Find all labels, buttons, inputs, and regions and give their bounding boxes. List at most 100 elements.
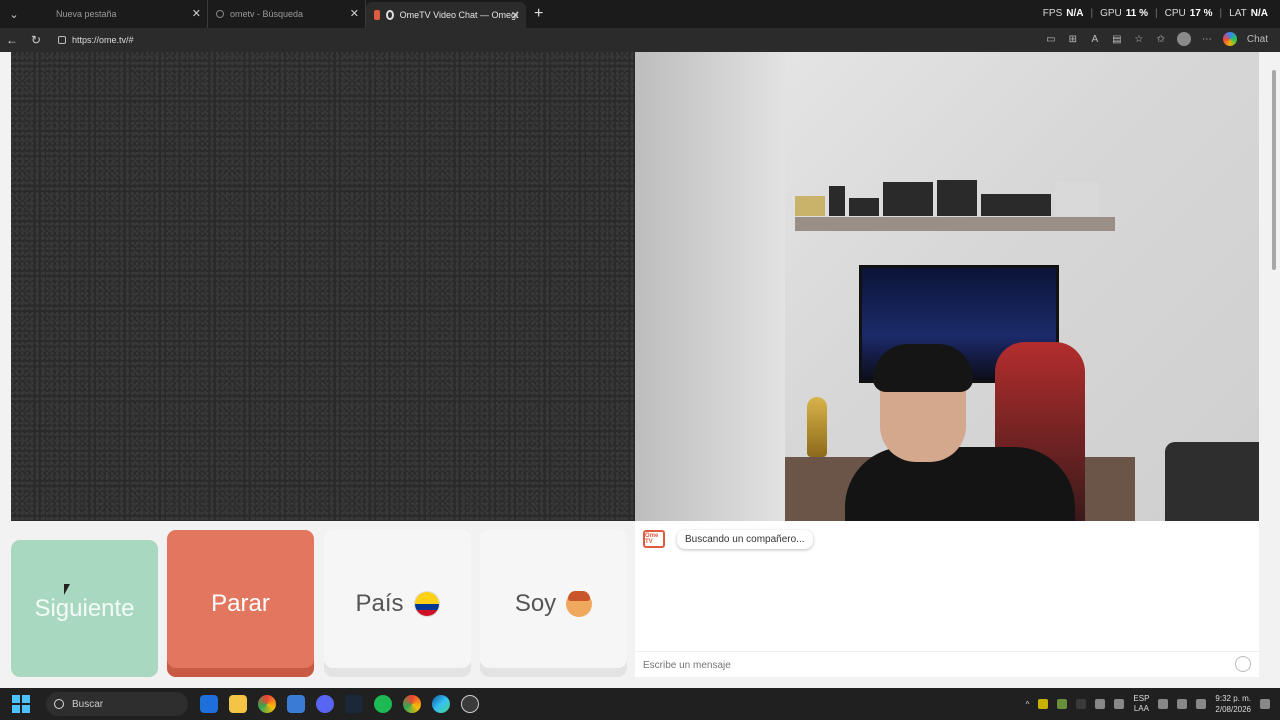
lat-value: N/A bbox=[1250, 8, 1268, 19]
tray-app-icon[interactable] bbox=[1038, 699, 1049, 709]
separator: | bbox=[1090, 8, 1094, 19]
profile-avatar[interactable] bbox=[1176, 32, 1191, 46]
spotify-icon[interactable] bbox=[374, 695, 392, 713]
close-icon[interactable]: ✕ bbox=[511, 9, 520, 22]
scrollbar-thumb[interactable] bbox=[1272, 70, 1276, 270]
tab-label: OmeTV Video Chat — Omegl bbox=[399, 10, 518, 20]
taskbar-search[interactable]: Buscar bbox=[46, 692, 188, 716]
lang-bottom: LAA bbox=[1133, 704, 1149, 713]
back-arrow-icon[interactable]: ← bbox=[0, 33, 24, 47]
usb-icon[interactable] bbox=[1095, 699, 1106, 709]
reload-icon[interactable]: ↻ bbox=[24, 33, 48, 47]
chrome-icon[interactable] bbox=[258, 695, 276, 713]
volume-icon[interactable] bbox=[1177, 699, 1188, 709]
tray-app-icon[interactable] bbox=[1076, 699, 1087, 709]
outlook-icon[interactable] bbox=[200, 695, 218, 713]
mouse-cursor-icon bbox=[64, 584, 70, 595]
chrome-profile-icon[interactable] bbox=[403, 695, 421, 713]
ometv-page: Siguiente Parar País Soy Ome TV Buscando… bbox=[0, 52, 1280, 688]
country-button[interactable]: País bbox=[324, 530, 471, 677]
country-label: País bbox=[355, 589, 404, 617]
close-icon[interactable]: ✕ bbox=[192, 7, 201, 20]
gender-button[interactable]: Soy bbox=[480, 530, 627, 677]
status-message: Buscando un compañero... bbox=[677, 530, 813, 549]
store-icon[interactable] bbox=[287, 695, 305, 713]
network-icon[interactable] bbox=[1158, 699, 1169, 709]
favorites-icon[interactable]: ✩ bbox=[1155, 33, 1167, 45]
lang-top: ESP bbox=[1133, 694, 1150, 703]
sofa bbox=[1165, 442, 1259, 521]
separator: | bbox=[1155, 8, 1158, 19]
emoji-smile-icon[interactable] bbox=[1235, 656, 1251, 672]
scrollbar[interactable] bbox=[1270, 60, 1278, 680]
performance-overlay: FPS N/A | GPU 11 % | CPU 17 % | LAT N/A bbox=[1043, 8, 1268, 19]
recording-icon bbox=[386, 10, 394, 20]
new-tab-button[interactable]: + bbox=[534, 5, 543, 23]
browser-tab-bar: ⌄ Nueva pestaña ✕ ometv - Búsqueda ✕ Ome… bbox=[0, 0, 1280, 28]
reader-icon[interactable]: ▤ bbox=[1111, 33, 1123, 45]
wall-shelf bbox=[795, 217, 1115, 231]
url-field[interactable]: https://ome.tv/# bbox=[58, 35, 134, 45]
fps-label: FPS bbox=[1042, 8, 1063, 19]
address-bar: ← ↻ https://ome.tv/# ▭ ⊞ A ▤ ☆ ✩ ⋯ Chat bbox=[0, 28, 1280, 52]
notifications-icon[interactable] bbox=[1260, 699, 1270, 709]
copilot-icon[interactable] bbox=[1222, 32, 1237, 46]
tab-new-tab[interactable]: Nueva pestaña ✕ bbox=[48, 0, 208, 28]
next-label: Siguiente bbox=[34, 594, 135, 622]
ometv-favicon-icon bbox=[374, 10, 380, 20]
discord-icon[interactable] bbox=[316, 695, 334, 713]
tray-app-icon[interactable] bbox=[1057, 699, 1068, 709]
battery-icon[interactable] bbox=[1196, 699, 1207, 709]
clock-date: 2/08/2026 bbox=[1215, 705, 1251, 714]
search-icon bbox=[216, 10, 224, 18]
url-text: https://ome.tv/# bbox=[72, 35, 134, 45]
site-info-icon[interactable] bbox=[58, 36, 66, 44]
close-icon[interactable]: ✕ bbox=[350, 7, 359, 20]
windows-start-icon[interactable] bbox=[12, 695, 30, 713]
chat-button[interactable]: Chat bbox=[1247, 34, 1268, 45]
taskbar-apps bbox=[200, 695, 479, 713]
partner-video-static bbox=[11, 52, 635, 521]
obs-icon[interactable] bbox=[461, 695, 479, 713]
favorite-star-icon[interactable]: ☆ bbox=[1133, 33, 1145, 45]
tab-label: ometv - Búsqueda bbox=[230, 9, 304, 19]
next-button[interactable]: Siguiente bbox=[11, 540, 158, 677]
ometv-logo: Ome TV bbox=[643, 530, 665, 548]
chevron-up-icon[interactable]: ^ bbox=[1026, 700, 1030, 709]
camera-icon[interactable]: ▭ bbox=[1045, 33, 1057, 45]
cpu-label: CPU bbox=[1164, 8, 1186, 19]
translate-icon[interactable]: A bbox=[1089, 33, 1101, 45]
search-icon bbox=[54, 699, 64, 709]
self-camera-video bbox=[635, 52, 1259, 521]
tab-ometv[interactable]: OmeTV Video Chat — Omegl ✕ bbox=[366, 2, 526, 28]
stop-label: Parar bbox=[211, 589, 270, 617]
message-input[interactable] bbox=[643, 660, 1203, 671]
more-icon[interactable]: ⋯ bbox=[1201, 33, 1213, 45]
gpu-label: GPU bbox=[1100, 8, 1122, 19]
wall-shadow bbox=[635, 52, 785, 521]
lat-label: LAT bbox=[1229, 8, 1247, 19]
cpu-value: 17 % bbox=[1189, 8, 1213, 19]
trophy bbox=[807, 397, 827, 457]
boy-emoji-icon bbox=[566, 590, 593, 617]
chat-input-row bbox=[635, 651, 1259, 677]
chat-panel: Ome TV Buscando un compañero... bbox=[635, 521, 1259, 677]
microphone-icon[interactable] bbox=[1114, 699, 1125, 709]
person-body bbox=[845, 447, 1075, 521]
windows-taskbar: Buscar ^ ESP LAA 9:32 p. m. 2/08/2026 bbox=[0, 688, 1280, 720]
edge-icon[interactable] bbox=[432, 695, 450, 713]
separator: | bbox=[1219, 8, 1223, 19]
gpu-value: 11 % bbox=[1125, 8, 1149, 19]
shelf-items bbox=[795, 180, 1115, 216]
tab-actions-menu[interactable]: ⌄ bbox=[2, 3, 26, 25]
steam-icon[interactable] bbox=[345, 695, 363, 713]
tab-label: Nueva pestaña bbox=[56, 9, 117, 19]
input-language[interactable]: ESP LAA bbox=[1133, 694, 1149, 714]
browser-toolbar: ▭ ⊞ A ▤ ☆ ✩ ⋯ Chat bbox=[1045, 32, 1268, 46]
tab-search[interactable]: ometv - Búsqueda ✕ bbox=[208, 0, 366, 28]
stop-button[interactable]: Parar bbox=[167, 530, 314, 677]
file-explorer-icon[interactable] bbox=[229, 695, 247, 713]
apps-icon[interactable]: ⊞ bbox=[1067, 33, 1079, 45]
clock[interactable]: 9:32 p. m. 2/08/2026 bbox=[1215, 693, 1251, 715]
gender-label: Soy bbox=[514, 589, 557, 617]
